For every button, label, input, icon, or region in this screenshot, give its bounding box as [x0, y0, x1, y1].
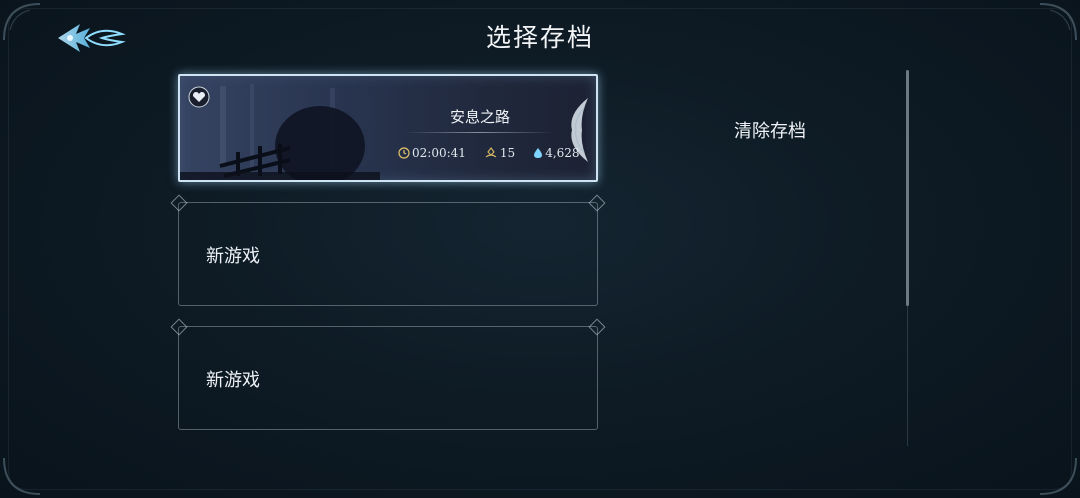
- scrollbar-track[interactable]: [907, 306, 908, 446]
- droplet-icon: [534, 148, 543, 158]
- save-slot-3[interactable]: 新游戏: [178, 326, 598, 430]
- save-slot-2[interactable]: 新游戏: [178, 202, 598, 306]
- level-stat: 15: [484, 146, 515, 160]
- level-value: 15: [499, 146, 516, 160]
- new-game-label: 新游戏: [206, 370, 260, 391]
- scrollbar-thumb[interactable]: [906, 70, 909, 306]
- clock-icon: [398, 147, 410, 159]
- divider: [404, 132, 554, 133]
- level-icon: [485, 147, 497, 158]
- play-time: 02:00:41: [412, 146, 466, 160]
- save-slot-1[interactable]: 安息之路 02:00:41 15 4,628: [178, 74, 598, 182]
- page-title: 选择存档: [485, 23, 594, 52]
- save-location-name: 安息之路: [449, 108, 510, 126]
- play-time-stat: 02:00:41: [398, 146, 466, 160]
- corner-ornament-icon: [3, 457, 41, 495]
- save-select-screen: 选择存档 安息之路 02:00:41 15 4,628 新游戏 新游戏 清除存档: [0, 0, 1080, 498]
- wing-ornament-icon: [571, 98, 588, 162]
- delete-save-button[interactable]: 清除存档: [720, 117, 820, 143]
- corner-ornament-icon: [1039, 457, 1077, 495]
- save-stats: 02:00:41 15 4,628: [398, 146, 580, 160]
- heart-gem-icon: [188, 86, 210, 108]
- new-game-label: 新游戏: [206, 246, 260, 267]
- save-slot-thumbnail: [180, 76, 596, 180]
